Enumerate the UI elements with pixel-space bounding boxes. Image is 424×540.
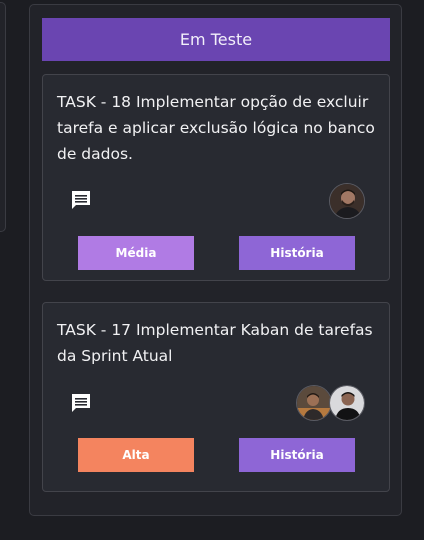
task-card[interactable]: TASK - 18 Implementar opção de excluir t… bbox=[42, 74, 390, 281]
type-tag[interactable]: História bbox=[239, 438, 355, 472]
priority-tag[interactable]: Média bbox=[78, 236, 194, 270]
task-title: TASK - 18 Implementar opção de excluir t… bbox=[57, 93, 375, 163]
comment-icon[interactable] bbox=[69, 391, 93, 415]
column-header: Em Teste bbox=[42, 18, 390, 61]
priority-tag[interactable]: Alta bbox=[78, 438, 194, 472]
assignee-avatars bbox=[329, 183, 365, 219]
kanban-column-em-teste: Em Teste TASK - 18 Implementar opção de … bbox=[29, 4, 402, 516]
avatar[interactable] bbox=[329, 385, 365, 421]
type-tag[interactable]: História bbox=[239, 236, 355, 270]
avatar[interactable] bbox=[329, 183, 365, 219]
previous-column-edge bbox=[0, 2, 6, 232]
task-title: TASK - 17 Implementar Kaban de tarefas d… bbox=[57, 321, 373, 365]
avatar[interactable] bbox=[296, 385, 332, 421]
assignee-avatars bbox=[296, 385, 365, 421]
comment-icon[interactable] bbox=[69, 188, 93, 212]
task-card[interactable]: TASK - 17 Implementar Kaban de tarefas d… bbox=[42, 302, 390, 492]
